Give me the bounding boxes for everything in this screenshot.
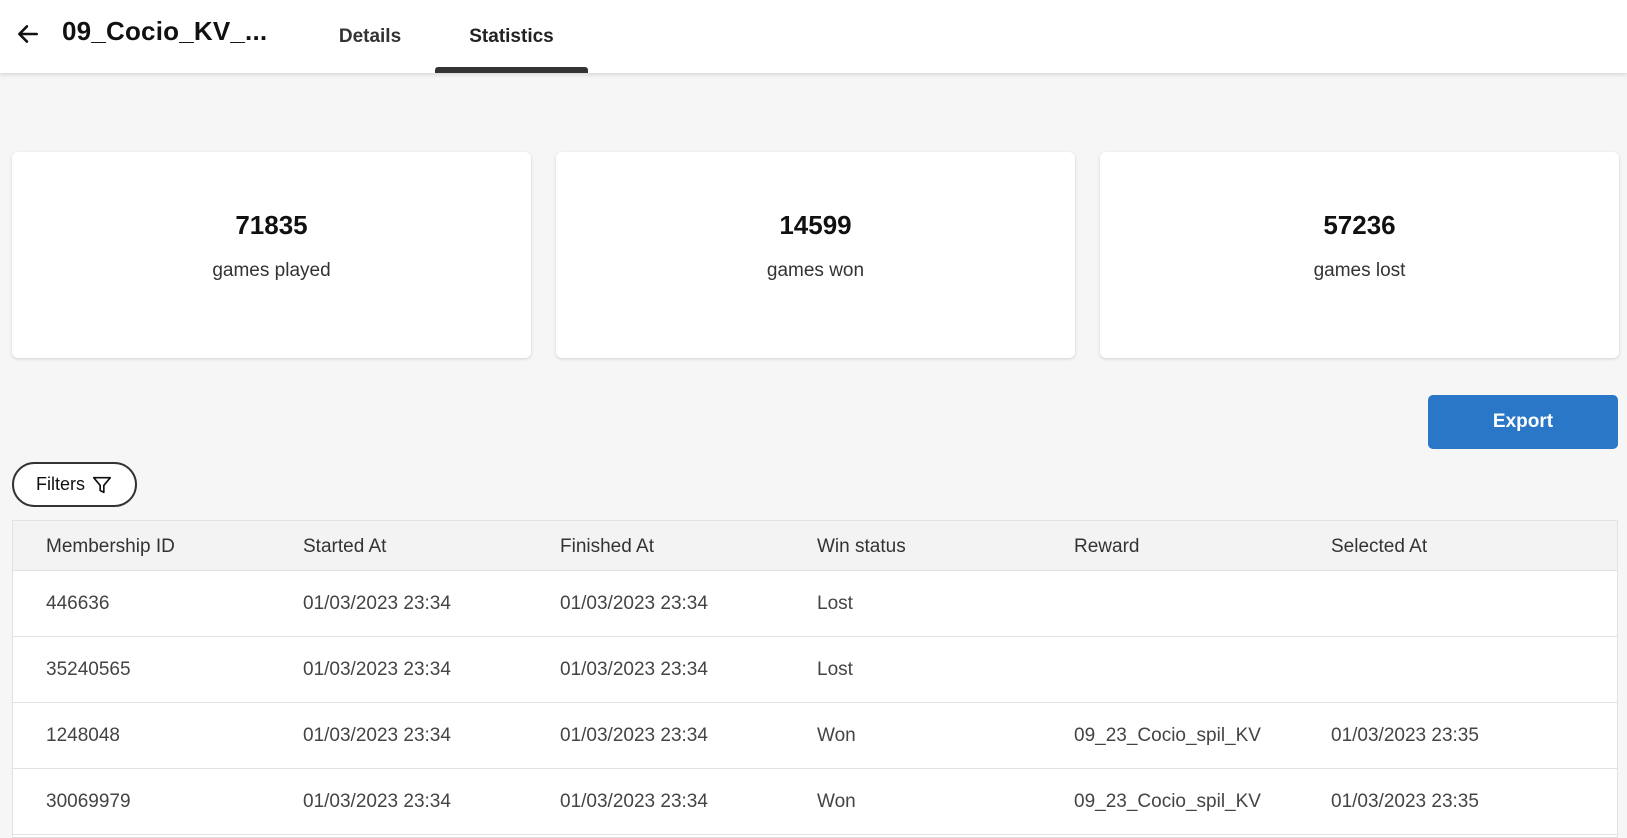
cell-finished-at: 01/03/2023 23:34 [560, 725, 708, 746]
cell-finished-at: 01/03/2023 23:34 [560, 659, 708, 680]
column-header-membership-id[interactable]: Membership ID [46, 536, 175, 558]
cell-started-at: 01/03/2023 23:34 [303, 659, 451, 680]
arrow-left-icon [18, 25, 38, 43]
stat-value: 57236 [1323, 210, 1396, 240]
back-button[interactable] [12, 18, 44, 50]
cell-selected-at: 01/03/2023 23:35 [1331, 791, 1479, 812]
cell-membership-id: 1248048 [46, 725, 120, 746]
cell-finished-at: 01/03/2023 23:34 [560, 791, 708, 812]
cell-win-status: Lost [817, 593, 853, 614]
top-bar: 09_Cocio_KV_... Details Statistics [0, 0, 1627, 73]
column-header-finished-at[interactable]: Finished At [560, 536, 654, 558]
funnel-icon [92, 476, 112, 493]
filters-button[interactable]: Filters [12, 462, 137, 507]
tab-details[interactable]: Details [320, 0, 420, 73]
stat-card-games-lost: 57236 games lost [1100, 152, 1619, 358]
stat-label: games won [766, 260, 865, 281]
stat-value: 14599 [779, 210, 852, 240]
cell-membership-id: 446636 [46, 593, 110, 614]
tab-statistics[interactable]: Statistics [435, 0, 588, 73]
export-button[interactable]: Export [1428, 395, 1618, 449]
table-row[interactable]: 30069979 01/03/2023 23:34 01/03/2023 23:… [13, 769, 1617, 835]
stat-card-games-played: 71835 games played [12, 152, 531, 358]
active-tab-indicator [435, 67, 588, 73]
cell-started-at: 01/03/2023 23:34 [303, 725, 451, 746]
filters-label: Filters [36, 474, 85, 494]
cell-finished-at: 01/03/2023 23:34 [560, 593, 708, 614]
cell-win-status: Lost [817, 659, 853, 680]
stat-label: games played [212, 260, 331, 281]
cell-started-at: 01/03/2023 23:34 [303, 791, 451, 812]
column-header-reward[interactable]: Reward [1074, 536, 1139, 558]
page-title: 09_Cocio_KV_... [62, 16, 268, 46]
table-row[interactable]: 35240565 01/03/2023 23:34 01/03/2023 23:… [13, 637, 1617, 703]
cell-started-at: 01/03/2023 23:34 [303, 593, 451, 614]
column-header-selected-at[interactable]: Selected At [1331, 536, 1427, 558]
cell-reward: 09_23_Cocio_spil_KV [1074, 791, 1261, 812]
cell-membership-id: 35240565 [46, 659, 131, 680]
cell-membership-id: 30069979 [46, 791, 131, 812]
cell-selected-at: 01/03/2023 23:35 [1331, 725, 1479, 746]
column-header-started-at[interactable]: Started At [303, 536, 386, 558]
stat-card-games-won: 14599 games won [556, 152, 1075, 358]
table-header: Membership ID Started At Finished At Win… [13, 521, 1617, 571]
cell-reward: 09_23_Cocio_spil_KV [1074, 725, 1261, 746]
games-table: Membership ID Started At Finished At Win… [12, 520, 1618, 838]
table-row[interactable]: 446636 01/03/2023 23:34 01/03/2023 23:34… [13, 571, 1617, 637]
cell-win-status: Won [817, 791, 856, 812]
table-row[interactable]: 1248048 01/03/2023 23:34 01/03/2023 23:3… [13, 703, 1617, 769]
stat-label: games lost [1313, 260, 1406, 281]
column-header-win-status[interactable]: Win status [817, 536, 906, 558]
stat-value: 71835 [235, 210, 308, 240]
cell-win-status: Won [817, 725, 856, 746]
